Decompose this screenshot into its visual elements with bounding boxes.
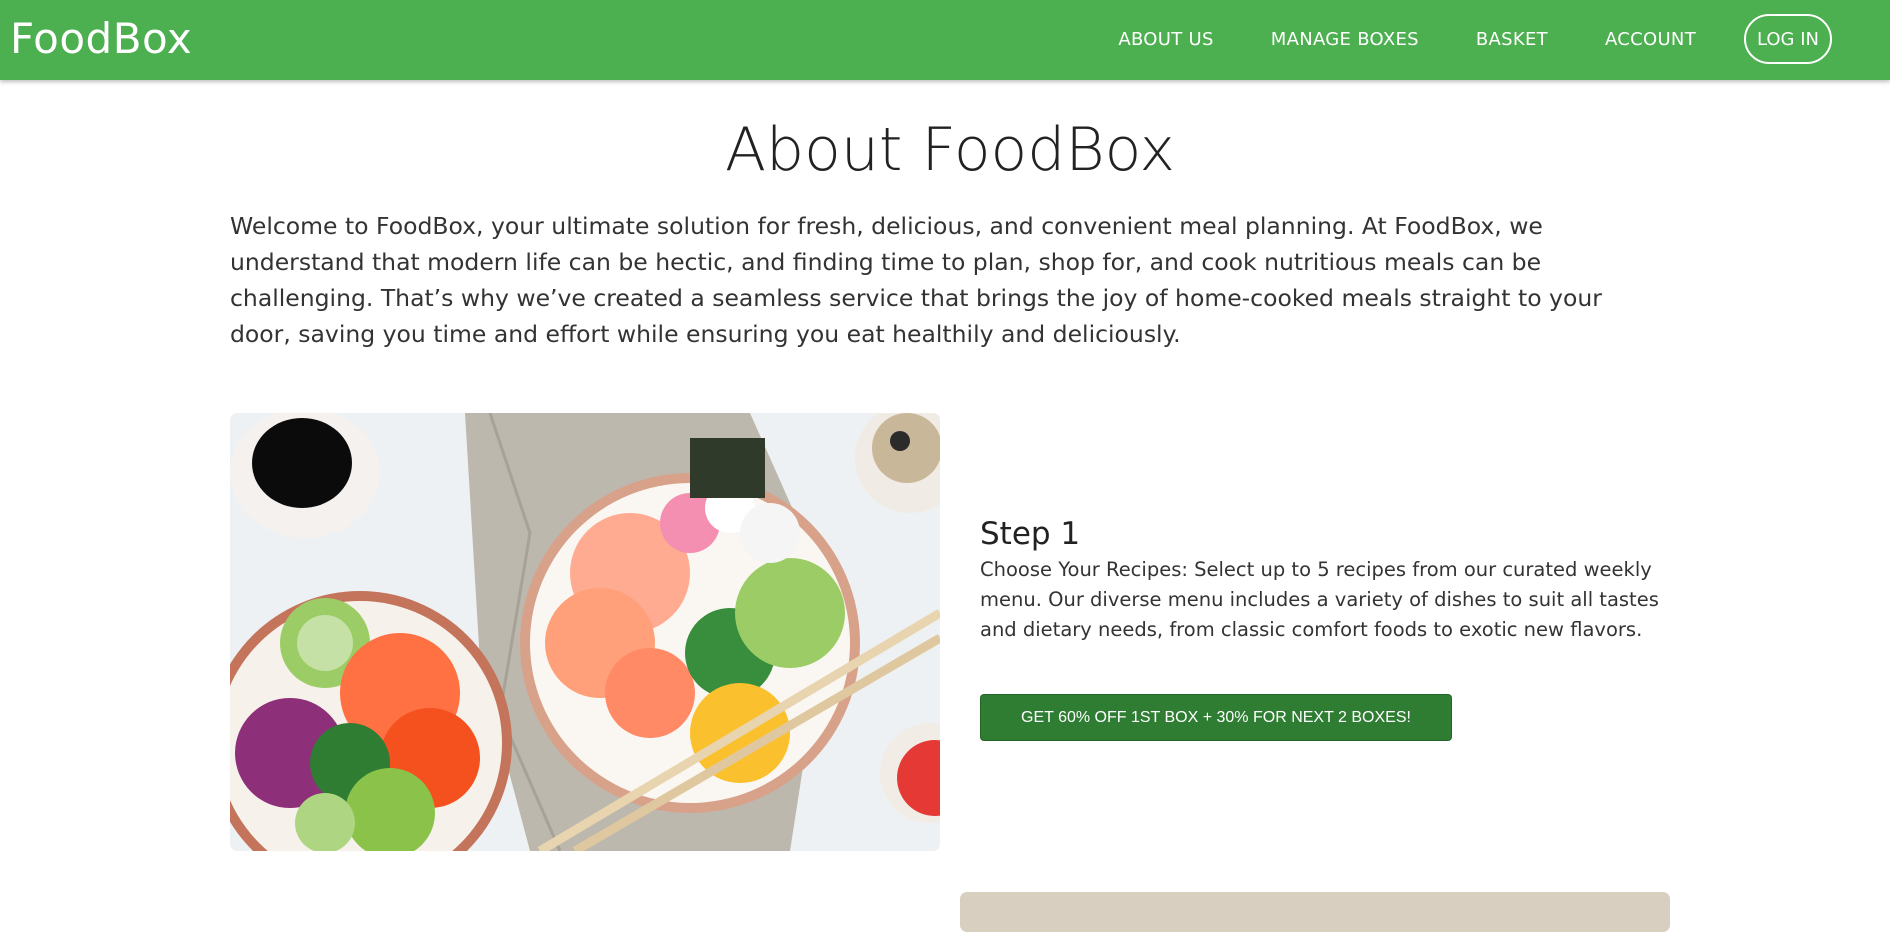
nav-basket[interactable]: BASKET [1476,29,1548,50]
login-button[interactable]: LOG IN [1744,14,1832,64]
poke-bowls-photo [230,413,940,851]
top-navbar: FoodBox ABOUT US MANAGE BOXES BASKET ACC… [0,0,1890,80]
page-title: About FoodBox [725,115,1175,185]
main-nav: ABOUT US MANAGE BOXES BASKET ACCOUNT LOG… [1061,14,1832,64]
step-1-title: Step 1 [980,516,1081,552]
next-step-photo [960,892,1670,932]
nav-manage-boxes[interactable]: MANAGE BOXES [1271,29,1419,50]
step-1-description: Choose Your Recipes: Select up to 5 reci… [980,558,1659,641]
nav-account[interactable]: ACCOUNT [1605,29,1696,50]
discount-offer-button[interactable]: GET 60% OFF 1ST BOX + 30% FOR NEXT 2 BOX… [980,694,1452,741]
brand-logo[interactable]: FoodBox [10,14,192,63]
intro-paragraph: Welcome to FoodBox, your ultimate soluti… [230,212,1602,348]
nav-about-us[interactable]: ABOUT US [1118,29,1213,50]
